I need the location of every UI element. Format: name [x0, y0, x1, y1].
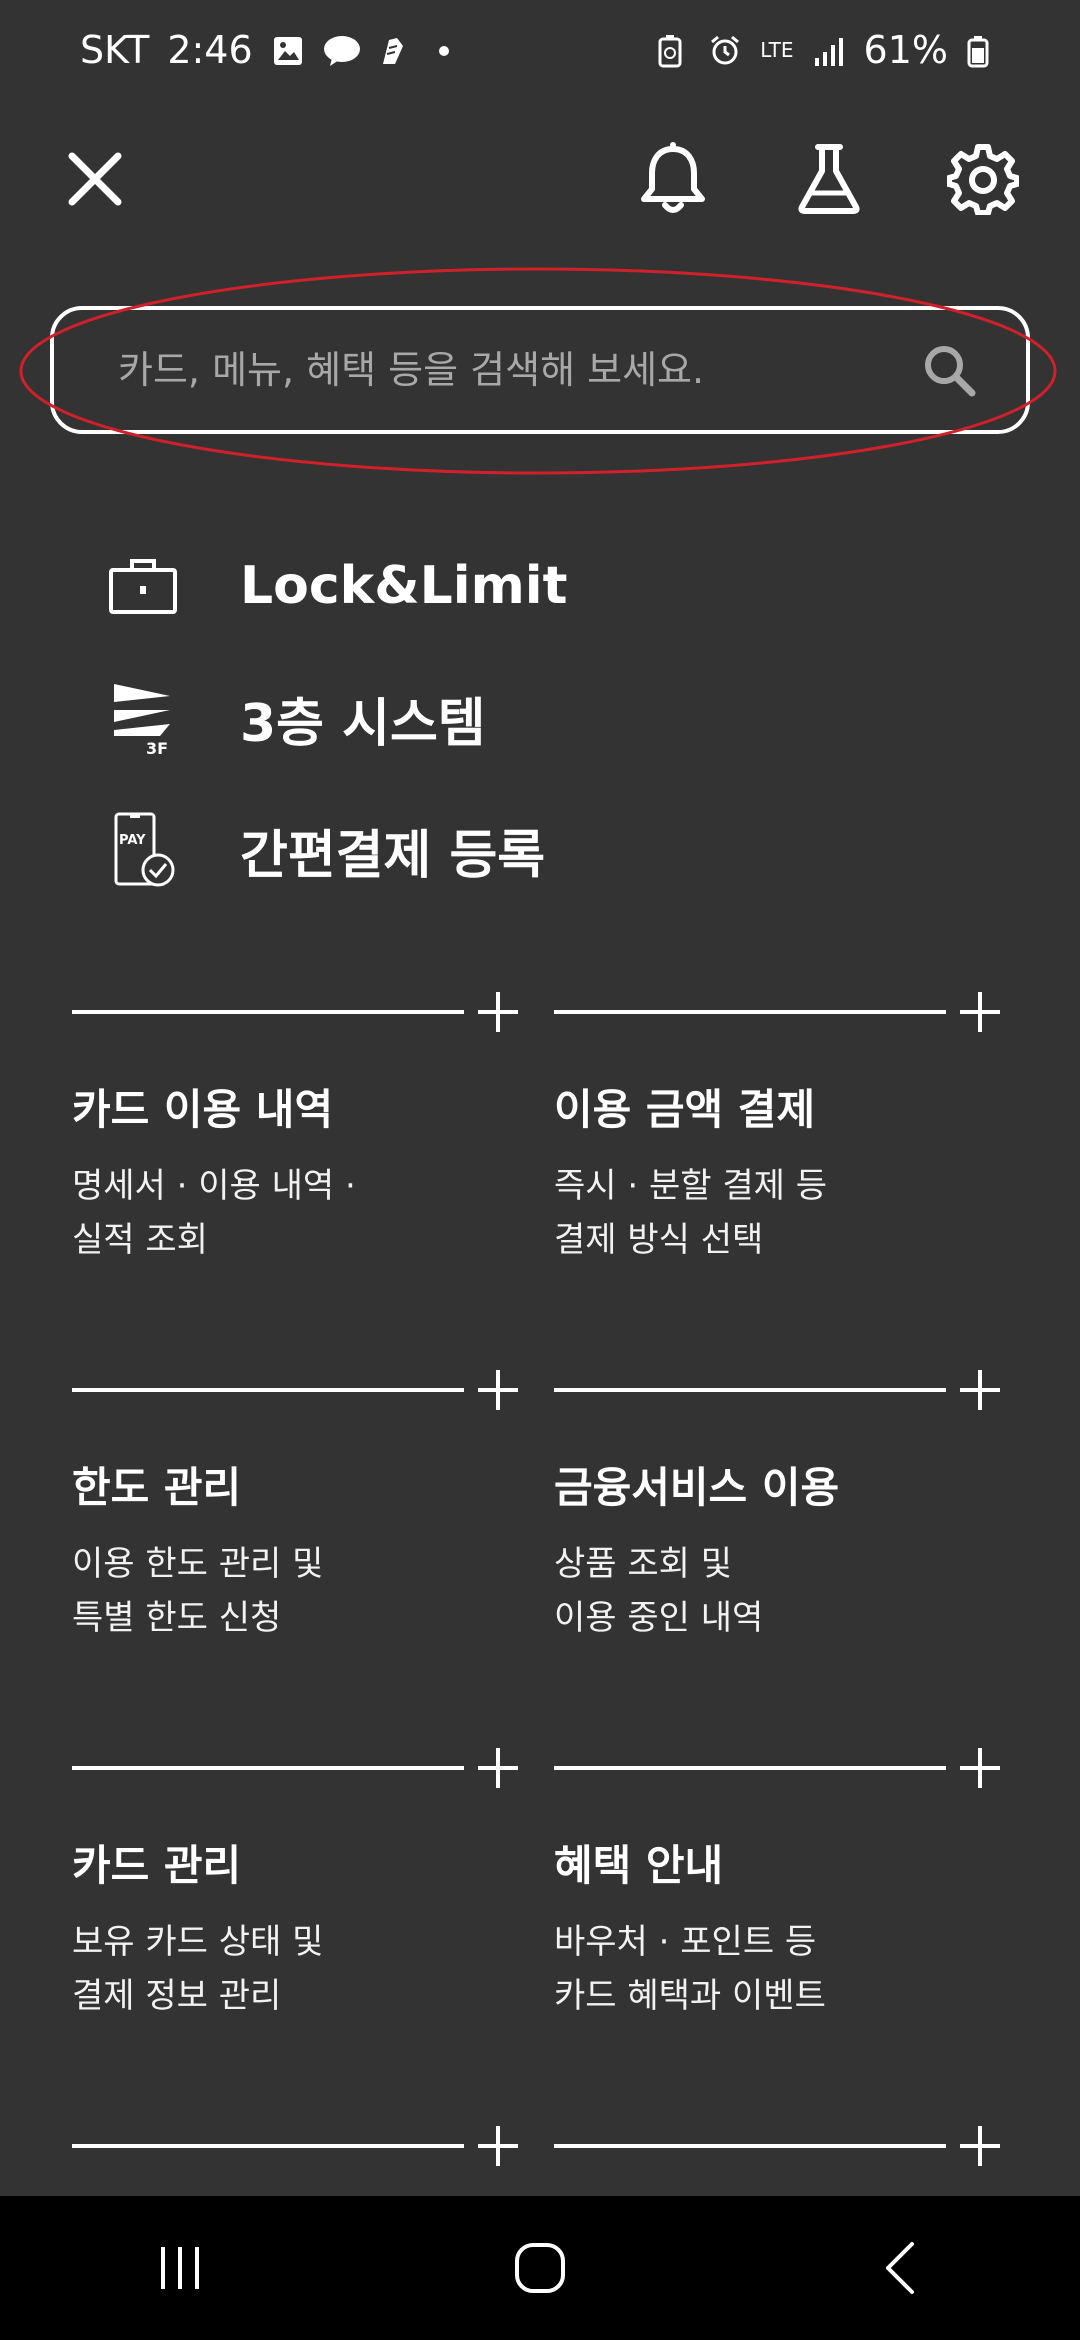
search-icon[interactable] [922, 343, 976, 397]
divider-line [72, 1388, 464, 1392]
card-divider [554, 2124, 1016, 2168]
expand-plus-icon[interactable] [960, 992, 1000, 1032]
pay-icon-text: PAY [119, 833, 146, 848]
card-title: 한도 관리 [72, 1463, 242, 1512]
card-description: 즉시 · 분할 결제 등 결제 방식 선택 [554, 1166, 827, 1260]
3f-system-icon: 3F [108, 678, 178, 758]
lab-button[interactable] [784, 134, 874, 224]
talk-notification-icon [323, 33, 360, 67]
divider-line [554, 1766, 946, 1770]
divider-line [554, 2144, 946, 2148]
bell-icon [641, 142, 705, 213]
grid-row: 카드 관리 보유 카드 상태 및 결제 정보 관리 혜택 안내 바우처 · 포인… [72, 1746, 1016, 2124]
quick-item-label: Lock&Limit [240, 556, 568, 616]
menu-card-financial-service[interactable]: 금융서비스 이용 상품 조회 및 이용 중인 내역 [554, 1368, 1016, 1746]
card-title: 이용 금액 결제 [554, 1085, 816, 1134]
close-button[interactable] [50, 134, 140, 224]
menu-grid: 카드 이용 내역 명세서 · 이용 내역 · 실적 조회 이용 금액 결제 즉시… [72, 990, 1016, 2184]
expand-plus-icon[interactable] [960, 1370, 1000, 1410]
alarm-icon [708, 33, 742, 67]
close-icon [68, 152, 122, 206]
expand-plus-icon[interactable] [478, 2126, 518, 2166]
system-nav-bar [0, 2196, 1080, 2340]
battery-percent: 61% [863, 28, 948, 72]
more-notifications-dot-icon [427, 33, 461, 67]
battery-saver-icon [656, 33, 690, 68]
flask-icon [798, 144, 860, 214]
quick-item-label: 3층 시스템 [240, 693, 486, 754]
carrier-label: SKT [80, 28, 150, 72]
app-notification-icon [375, 33, 409, 67]
expand-plus-icon[interactable] [478, 1748, 518, 1788]
card-divider [554, 1368, 1016, 1412]
3f-icon-text: 3F [146, 739, 168, 758]
status-bar: SKT 2:46 LTE 61% [0, 0, 1080, 100]
gear-icon [947, 144, 1019, 215]
card-divider [72, 1368, 534, 1412]
status-left: SKT 2:46 [80, 28, 461, 72]
expand-plus-icon[interactable] [960, 1748, 1000, 1788]
home-button[interactable] [480, 2218, 600, 2318]
pay-register-icon: PAY [108, 810, 178, 890]
expand-plus-icon[interactable] [960, 2126, 1000, 2166]
quick-item-label: 간편결제 등록 [240, 825, 546, 886]
quick-item-lock-limit[interactable]: Lock&Limit [108, 520, 1008, 652]
back-chevron-icon [886, 2242, 914, 2294]
card-divider [72, 990, 534, 1034]
gallery-notification-icon [271, 33, 305, 67]
signal-strength-icon [812, 33, 846, 67]
grid-row-partial [72, 2124, 1016, 2184]
menu-card-next-left[interactable] [72, 2124, 534, 2184]
card-divider [72, 2124, 534, 2168]
divider-line [72, 2144, 464, 2148]
card-title: 카드 관리 [72, 1841, 242, 1890]
card-title: 혜택 안내 [554, 1841, 724, 1890]
top-bar [0, 120, 1080, 240]
recent-apps-icon [161, 2247, 199, 2289]
grid-row: 카드 이용 내역 명세서 · 이용 내역 · 실적 조회 이용 금액 결제 즉시… [72, 990, 1016, 1368]
card-description: 바우처 · 포인트 등 카드 혜택과 이벤트 [554, 1922, 826, 2016]
menu-card-payment[interactable]: 이용 금액 결제 즉시 · 분할 결제 등 결제 방식 선택 [554, 990, 1016, 1368]
search-box[interactable] [50, 306, 1030, 434]
expand-plus-icon[interactable] [478, 992, 518, 1032]
divider-line [72, 1766, 464, 1770]
card-description: 보유 카드 상태 및 결제 정보 관리 [72, 1922, 324, 2016]
search-input[interactable] [116, 347, 922, 393]
card-description: 명세서 · 이용 내역 · 실적 조회 [72, 1166, 356, 1260]
quick-item-pay-register[interactable]: PAY 간편결제 등록 [108, 784, 1008, 916]
grid-row: 한도 관리 이용 한도 관리 및 특별 한도 신청 금융서비스 이용 상품 조회… [72, 1368, 1016, 1746]
lock-briefcase-icon [108, 546, 178, 626]
quick-item-3f-system[interactable]: 3F 3층 시스템 [108, 652, 1008, 784]
recent-apps-button[interactable] [120, 2218, 240, 2318]
card-description: 상품 조회 및 이용 중인 내역 [554, 1544, 764, 1638]
divider-line [72, 1010, 464, 1014]
card-title: 카드 이용 내역 [72, 1085, 334, 1134]
clock: 2:46 [167, 28, 253, 72]
network-type-label: LTE [760, 38, 794, 62]
menu-card-next-right[interactable] [554, 2124, 1016, 2184]
card-description: 이용 한도 관리 및 특별 한도 신청 [72, 1544, 324, 1638]
notification-button[interactable] [628, 134, 718, 224]
home-icon [515, 2243, 565, 2293]
back-button[interactable] [840, 2218, 960, 2318]
card-divider [554, 1746, 1016, 1790]
battery-icon [966, 33, 1000, 68]
card-divider [554, 990, 1016, 1034]
divider-line [554, 1010, 946, 1014]
menu-card-limit[interactable]: 한도 관리 이용 한도 관리 및 특별 한도 신청 [72, 1368, 534, 1746]
settings-button[interactable] [938, 134, 1028, 224]
card-title: 금융서비스 이용 [554, 1463, 840, 1512]
expand-plus-icon[interactable] [478, 1370, 518, 1410]
quick-menu: Lock&Limit 3F 3층 시스템 PAY 간편결제 등록 [108, 520, 1008, 916]
card-divider [72, 1746, 534, 1790]
menu-card-card-management[interactable]: 카드 관리 보유 카드 상태 및 결제 정보 관리 [72, 1746, 534, 2124]
divider-line [554, 1388, 946, 1392]
menu-card-benefits[interactable]: 혜택 안내 바우처 · 포인트 등 카드 혜택과 이벤트 [554, 1746, 1016, 2124]
status-right: LTE 61% [656, 28, 1000, 72]
menu-card-usage-history[interactable]: 카드 이용 내역 명세서 · 이용 내역 · 실적 조회 [72, 990, 534, 1368]
